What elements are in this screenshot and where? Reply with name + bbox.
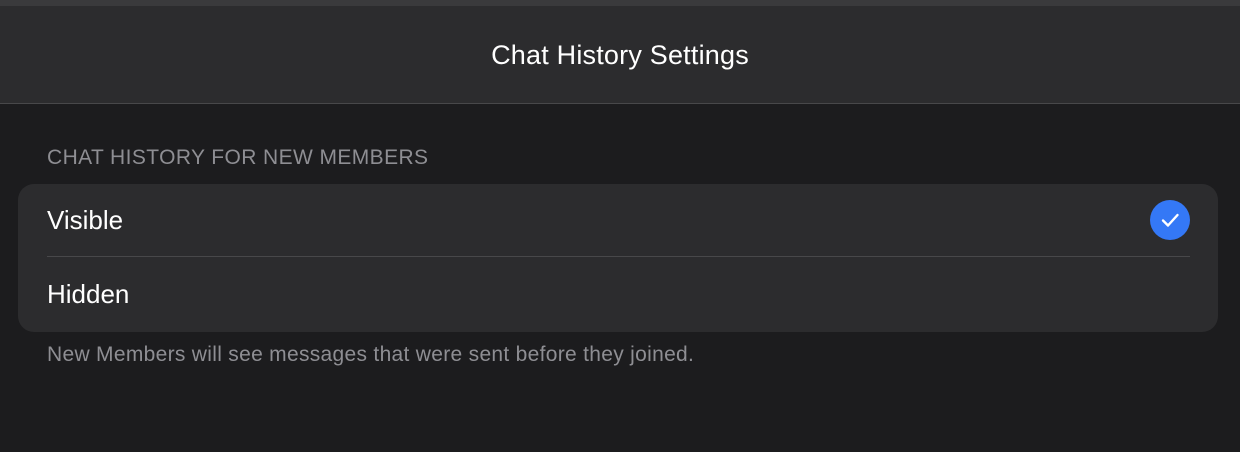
options-group: Visible Hidden bbox=[18, 184, 1218, 332]
row-separator bbox=[47, 256, 1190, 257]
option-hidden-label: Hidden bbox=[47, 279, 130, 309]
page-title: Chat History Settings bbox=[491, 40, 749, 70]
option-hidden[interactable]: Hidden bbox=[18, 258, 1218, 331]
section-header: CHAT HISTORY FOR NEW MEMBERS bbox=[47, 146, 429, 169]
navigation-bar: Chat History Settings bbox=[0, 6, 1240, 104]
checkmark-icon bbox=[1150, 200, 1190, 240]
section-footer: New Members will see messages that were … bbox=[47, 343, 695, 366]
option-visible-label: Visible bbox=[47, 205, 124, 235]
option-visible[interactable]: Visible bbox=[18, 184, 1218, 257]
